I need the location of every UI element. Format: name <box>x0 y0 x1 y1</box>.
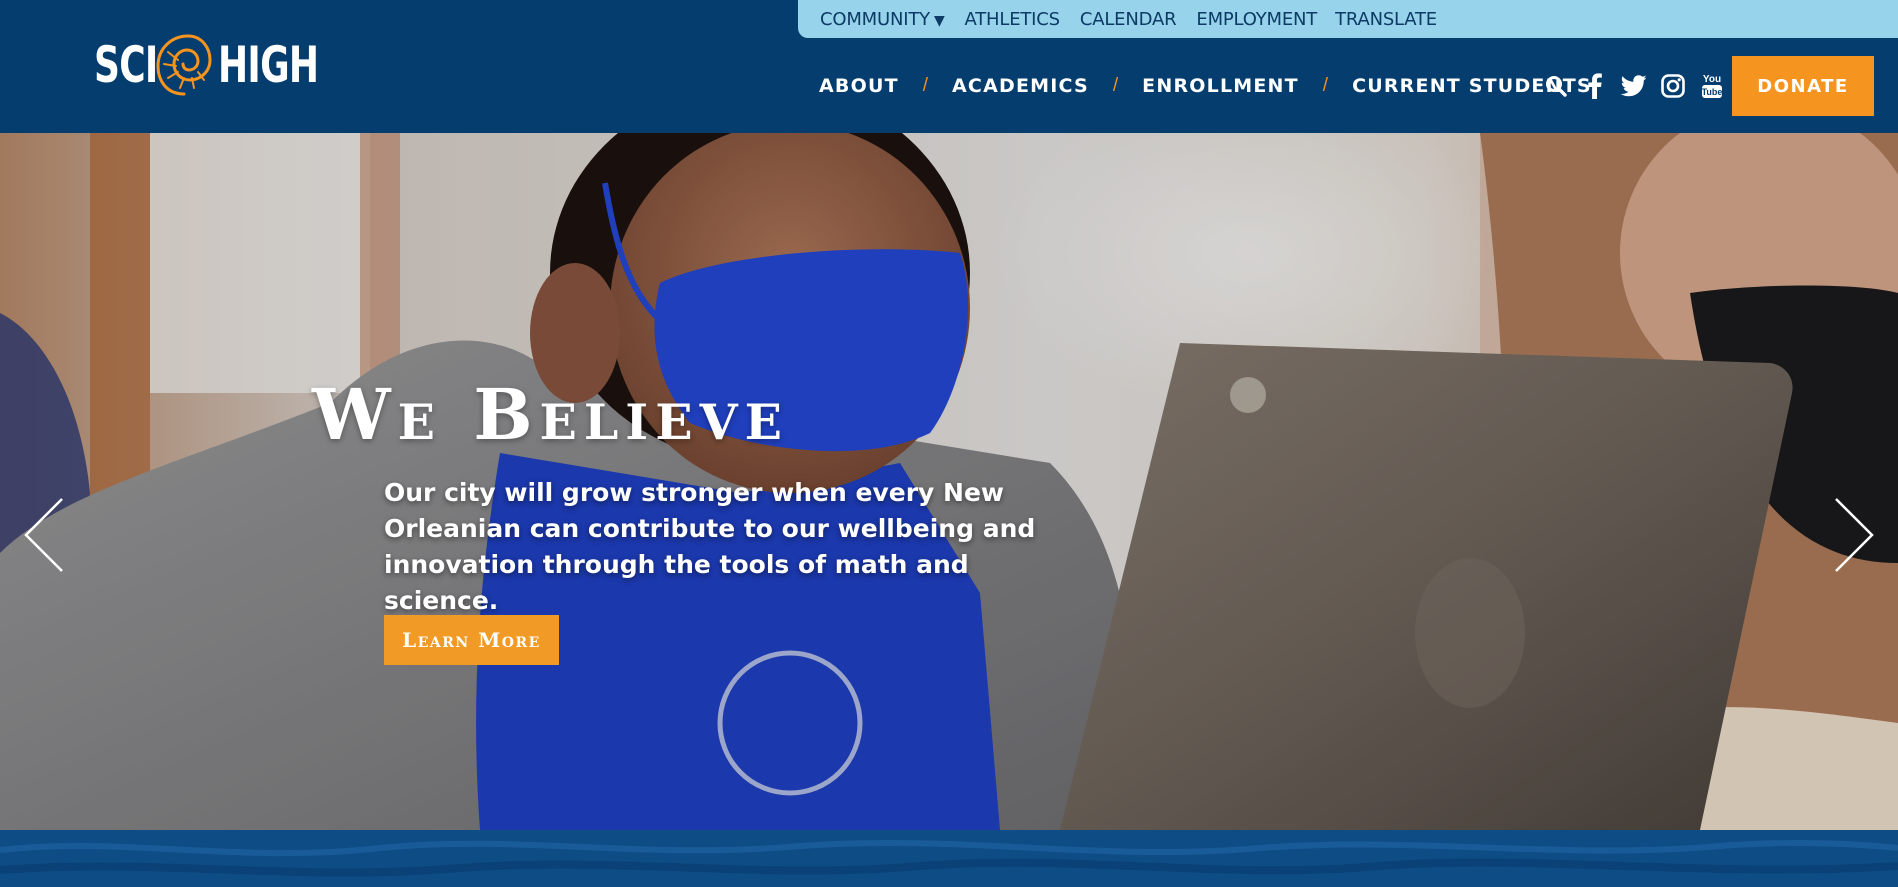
hero-line: innovation through the tools of math and… <box>384 550 969 615</box>
section-divider-band <box>0 830 1898 887</box>
twitter-icon[interactable] <box>1621 73 1647 99</box>
nav-about[interactable]: ABOUT <box>819 75 899 97</box>
site-header: COMMUNITY ▼ ATHLETICS CALENDAR EMPLOYMENT… <box>0 0 1898 133</box>
carousel-prev-arrow-icon[interactable] <box>22 497 66 573</box>
nav-enrollment[interactable]: ENROLLMENT <box>1142 75 1299 97</box>
chevron-down-icon: ▼ <box>933 12 945 29</box>
water-texture <box>0 830 1898 887</box>
utility-community-label: COMMUNITY <box>820 8 930 30</box>
logo-sci-text: SCI <box>94 36 158 94</box>
translate-link[interactable]: TRANSLATE <box>1335 9 1437 30</box>
donate-button[interactable]: DONATE <box>1732 56 1874 116</box>
utility-athletics-link[interactable]: ATHLETICS <box>965 9 1061 30</box>
utility-calendar-link[interactable]: CALENDAR <box>1080 9 1177 30</box>
nav-separator: / <box>1112 75 1119 96</box>
nav-separator: / <box>1322 75 1329 96</box>
search-icon[interactable] <box>1543 73 1569 99</box>
site-logo[interactable]: SCI HIGH <box>94 30 319 100</box>
facebook-icon[interactable] <box>1582 73 1608 99</box>
nav-separator: / <box>922 75 929 96</box>
carousel-next-arrow-icon[interactable] <box>1832 497 1876 573</box>
svg-text:Tube: Tube <box>1702 87 1723 97</box>
youtube-icon[interactable]: You Tube <box>1699 73 1725 99</box>
nav-academics[interactable]: ACADEMICS <box>952 75 1089 97</box>
learn-more-button[interactable]: Learn More <box>384 615 559 665</box>
utility-employment-link[interactable]: EMPLOYMENT <box>1196 9 1317 30</box>
main-nav: ABOUT / ACADEMICS / ENROLLMENT / CURRENT… <box>819 73 1592 99</box>
logo-high-text: HIGH <box>218 36 319 94</box>
utility-nav: COMMUNITY ▼ ATHLETICS CALENDAR EMPLOYMENT… <box>798 0 1898 38</box>
hero-line: Orleanian can contribute to our wellbein… <box>384 514 1036 543</box>
utility-community-link[interactable]: COMMUNITY ▼ <box>820 9 945 30</box>
hero-line: Our city will grow stronger when every N… <box>384 478 1005 507</box>
social-links: You Tube <box>1543 72 1738 100</box>
hero-carousel: We Believe Our city will grow stronger w… <box>0 133 1898 830</box>
instagram-icon[interactable] <box>1660 73 1686 99</box>
svg-text:You: You <box>1703 74 1721 85</box>
nautilus-shell-icon <box>156 34 212 96</box>
hero-description: Our city will grow stronger when every N… <box>384 475 1084 619</box>
hero-title: We Believe <box>312 373 789 456</box>
